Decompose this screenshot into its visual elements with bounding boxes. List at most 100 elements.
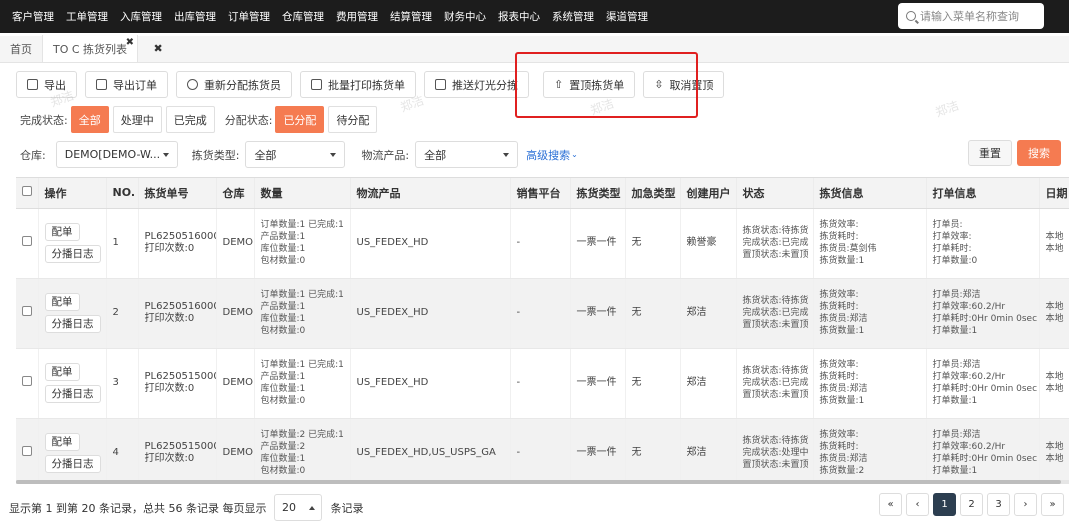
push-light-sort-button[interactable]: 推送灯光分拣: [424, 71, 529, 98]
menu-workorder[interactable]: 工单管理: [66, 9, 108, 24]
row-checkbox[interactable]: [16, 348, 39, 419]
row-checkbox[interactable]: [16, 208, 39, 279]
operation-cell: 配单 分播日志: [38, 348, 107, 419]
pick-no: PL62505160001: [144, 301, 216, 312]
first-page-button[interactable]: «: [879, 493, 902, 516]
assigned-option[interactable]: 已分配: [275, 106, 325, 133]
match-order-button[interactable]: 配单: [44, 363, 80, 381]
platform-cell: -: [510, 208, 571, 279]
tab-home-label: 首页: [10, 42, 32, 56]
sorting-log-button[interactable]: 分播日志: [44, 385, 101, 403]
warehouse-select[interactable]: DEMO[DEMO-W...: [55, 141, 178, 168]
menu-customer[interactable]: 客户管理: [12, 9, 54, 24]
menu-warehouse[interactable]: 仓库管理: [282, 9, 324, 24]
complete-all-option[interactable]: 全部: [70, 106, 109, 133]
table-row: 配单 分播日志 1 PL62505160002 打印次数:0 DEMO 订单数量…: [16, 208, 1069, 279]
print-info-line: 打单员:郑洁: [932, 430, 981, 440]
print-count: 打印次数:0: [144, 243, 195, 254]
menu-settlement[interactable]: 结算管理: [390, 9, 432, 24]
logistics-value: 全部: [424, 148, 447, 162]
complete-done-option[interactable]: 已完成: [165, 106, 215, 133]
table-row: 配单 分播日志 3 PL62505150002 打印次数:0 DEMO 订单数量…: [16, 348, 1069, 419]
chevron-down-icon: ⌄: [571, 150, 578, 159]
page-2-button[interactable]: 2: [960, 493, 983, 516]
menu-channel[interactable]: 渠道管理: [606, 9, 648, 24]
menu-outbound[interactable]: 出库管理: [174, 9, 216, 24]
row-checkbox[interactable]: [16, 278, 39, 349]
urgent-cell: 无: [625, 418, 681, 483]
pick-no-cell: PL62505150001 打印次数:0: [138, 418, 217, 483]
menu-report[interactable]: 报表中心: [498, 9, 540, 24]
print-info-line: 打单数量:0: [932, 256, 978, 266]
horizontal-scrollbar[interactable]: [16, 480, 1069, 484]
status-line: 置顶状态:未置顶: [742, 460, 809, 470]
row-no: 1: [106, 208, 139, 279]
tab-close-icon[interactable]: ✖: [126, 37, 134, 48]
print-info-line: 打单员:郑洁: [932, 360, 981, 370]
reset-button[interactable]: 重置: [968, 140, 1012, 166]
pick-info-line: 拣货员:莫剑伟: [819, 244, 877, 254]
reassign-picker-button[interactable]: 重新分配拣货员: [176, 71, 292, 98]
logistics-select[interactable]: 全部: [415, 141, 519, 168]
menu-finance[interactable]: 财务中心: [444, 9, 486, 24]
date-line: 本地: [1045, 232, 1064, 242]
date-line: 本地: [1045, 442, 1064, 452]
sorting-log-button[interactable]: 分播日志: [44, 455, 101, 473]
col-warehouse: 仓库: [216, 178, 255, 209]
scrollbar-thumb[interactable]: [16, 480, 1061, 484]
match-order-button[interactable]: 配单: [44, 433, 80, 451]
export-order-label: 导出订单: [113, 78, 157, 92]
user-icon: [187, 79, 198, 90]
search-button[interactable]: 搜索: [1017, 140, 1061, 166]
warehouse-value: DEMO[DEMO-W...: [64, 148, 161, 161]
advanced-search-link[interactable]: 高级搜索: [526, 147, 570, 163]
pick-info-cell: 拣货效率: 拣货耗时: 拣货员:莫剑伟 拣货数量:1: [813, 208, 927, 279]
last-page-button[interactable]: »: [1041, 493, 1064, 516]
page-1-button[interactable]: 1: [933, 493, 956, 516]
status-cell: 拣货状态:待拣货 完成状态:已完成 置顶状态:未置顶: [736, 348, 814, 419]
date-line: 本地: [1045, 314, 1064, 324]
sorting-log-button[interactable]: 分播日志: [44, 245, 101, 263]
select-all-checkbox[interactable]: [16, 178, 39, 209]
match-order-button[interactable]: 配单: [44, 223, 80, 241]
pick-info-cell: 拣货效率: 拣货耗时: 拣货员:郑洁 拣货数量:1: [813, 348, 927, 419]
export-button[interactable]: 导出: [16, 71, 77, 98]
batch-print-button[interactable]: 批量打印拣货单: [300, 71, 416, 98]
page-size-select[interactable]: 20: [274, 494, 323, 521]
menu-fee[interactable]: 费用管理: [336, 9, 378, 24]
warehouse-cell: DEMO: [216, 418, 255, 483]
date-cell: 本地 本地: [1039, 418, 1069, 483]
print-count: 打印次数:0: [144, 383, 195, 394]
menu-order[interactable]: 订单管理: [228, 9, 270, 24]
menu-inbound[interactable]: 入库管理: [120, 9, 162, 24]
tab-toc-pick-list[interactable]: TO C 拣货列表 ✖: [43, 35, 139, 62]
quantity-line: 包材数量:0: [260, 396, 306, 406]
print-info-line: 打单数量:1: [932, 466, 978, 476]
date-cell: 本地 本地: [1039, 278, 1069, 349]
match-order-button[interactable]: 配单: [44, 293, 80, 311]
prev-page-button[interactable]: ‹: [906, 493, 929, 516]
pick-info-line: 拣货数量:1: [819, 396, 865, 406]
export-order-button[interactable]: 导出订单: [85, 71, 168, 98]
quantity-line: 库位数量:1: [260, 454, 306, 464]
menu-system[interactable]: 系统管理: [552, 9, 594, 24]
next-page-button[interactable]: ›: [1014, 493, 1037, 516]
operation-cell: 配单 分播日志: [38, 278, 107, 349]
close-all-tabs-icon[interactable]: ✖: [138, 35, 178, 62]
main-menu: 客户管理 工单管理 入库管理 出库管理 订单管理 仓库管理 费用管理 结算管理 …: [0, 0, 654, 33]
pick-info-line: 拣货效率:: [819, 290, 859, 300]
complete-status-label: 完成状态:: [20, 113, 68, 127]
pick-no: PL62505160002: [144, 231, 216, 242]
unassigned-option[interactable]: 待分配: [328, 106, 378, 133]
urgent-cell: 无: [625, 348, 681, 419]
tab-home[interactable]: 首页: [0, 35, 43, 62]
sorting-log-button[interactable]: 分播日志: [44, 315, 101, 333]
reassign-label: 重新分配拣货员: [204, 78, 281, 92]
page-3-button[interactable]: 3: [987, 493, 1010, 516]
pick-type-select[interactable]: 全部: [245, 141, 346, 168]
col-platform: 销售平台: [510, 178, 571, 209]
menu-search-input[interactable]: [920, 9, 1038, 23]
row-checkbox[interactable]: [16, 418, 39, 483]
status-line: 完成状态:已完成: [742, 308, 809, 318]
complete-processing-option[interactable]: 处理中: [112, 106, 162, 133]
